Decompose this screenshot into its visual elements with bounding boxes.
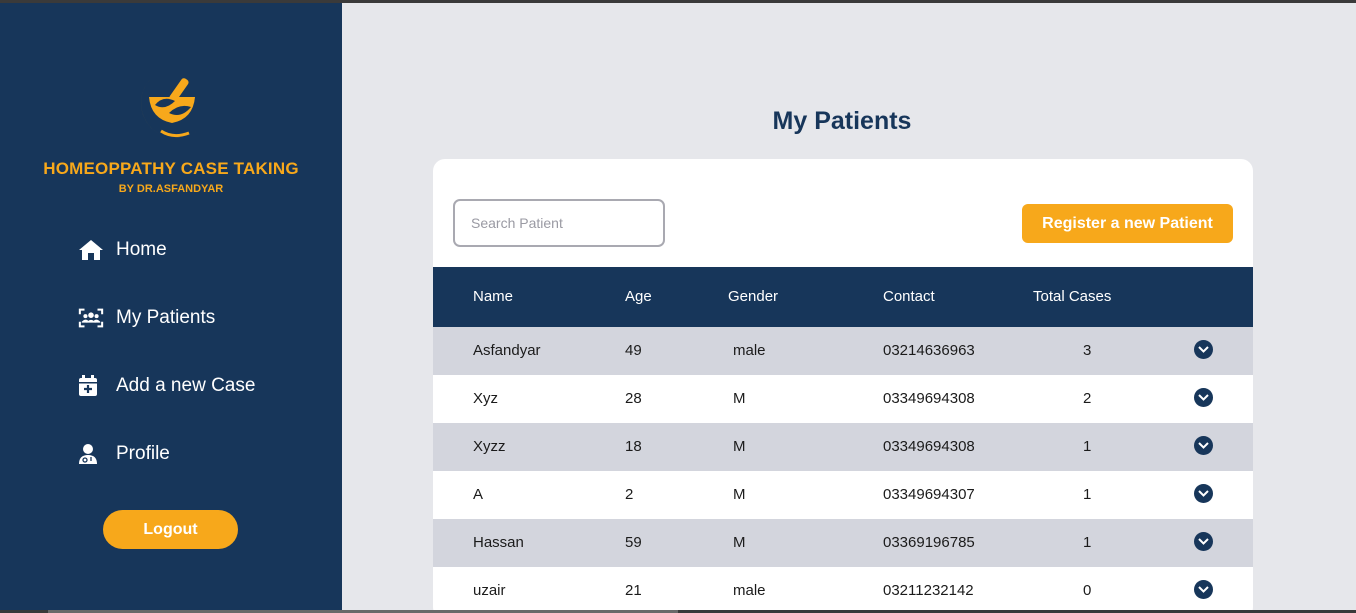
doctor-user-icon	[78, 441, 104, 467]
cell-gender: M	[733, 486, 746, 503]
cell-gender: M	[733, 438, 746, 455]
patients-card: Register a new Patient Name Age Gender C…	[433, 159, 1253, 613]
cell-age: 28	[625, 390, 642, 407]
sidebar-item-my-patients[interactable]: My Patients	[78, 305, 215, 331]
cell-total-cases: 1	[1083, 534, 1092, 551]
cell-contact: 03369196785	[883, 534, 975, 551]
cell-gender: M	[733, 390, 746, 407]
chevron-down-icon[interactable]	[1194, 388, 1213, 407]
chevron-down-icon[interactable]	[1194, 340, 1213, 359]
cell-name: Asfandyar	[473, 342, 541, 359]
chevron-down-icon[interactable]	[1194, 484, 1213, 503]
cell-total-cases: 2	[1083, 390, 1092, 407]
cell-contact: 03349694308	[883, 438, 975, 455]
cell-contact: 03214636963	[883, 342, 975, 359]
table-row: Xyz 28 M 03349694308 2	[433, 375, 1253, 423]
cell-age: 59	[625, 534, 642, 551]
cell-name: Hassan	[473, 534, 524, 551]
cell-name: A	[473, 486, 484, 503]
column-header-age: Age	[625, 288, 652, 305]
chevron-down-icon[interactable]	[1194, 580, 1213, 599]
cell-name: uzair	[473, 582, 506, 599]
sidebar-item-home[interactable]: Home	[78, 237, 167, 263]
cell-total-cases: 1	[1083, 438, 1092, 455]
users-scan-icon	[78, 305, 104, 331]
logout-button[interactable]: Logout	[103, 510, 238, 549]
column-header-gender: Gender	[728, 288, 779, 305]
page-title: My Patients	[772, 107, 912, 135]
chevron-down-icon[interactable]	[1194, 436, 1213, 455]
column-header-contact: Contact	[883, 288, 935, 305]
table-row: Hassan 59 M 03369196785 1	[433, 519, 1253, 567]
cell-name: Xyz	[473, 390, 499, 407]
brand-title: HOMEOPPATHY CASE TAKING	[43, 159, 299, 178]
cell-contact: 03349694307	[883, 486, 975, 503]
cell-age: 49	[625, 342, 642, 359]
cell-total-cases: 0	[1083, 582, 1092, 599]
sidebar-item-add-case[interactable]: Add a new Case	[78, 373, 255, 399]
register-patient-button[interactable]: Register a new Patient	[1022, 204, 1233, 243]
cell-age: 2	[625, 486, 634, 503]
cell-gender: male	[733, 582, 766, 599]
calendar-plus-icon	[78, 373, 104, 399]
cell-name: Xyzz	[473, 438, 506, 455]
table-body: Asfandyar 49 male 03214636963 3 Xyz 28 M…	[433, 327, 1253, 613]
sidebar-item-label: Profile	[116, 443, 170, 464]
sidebar-item-profile[interactable]: Profile	[78, 441, 170, 467]
table-row: uzair 21 male 03211232142 0	[433, 567, 1253, 613]
cell-total-cases: 1	[1083, 486, 1092, 503]
sidebar: HOMEOPPATHY CASE TAKING BY DR.ASFANDYAR …	[0, 3, 342, 610]
cell-age: 18	[625, 438, 642, 455]
column-header-name: Name	[473, 288, 514, 305]
home-icon	[78, 237, 104, 263]
table-row: Xyzz 18 M 03349694308 1	[433, 423, 1253, 471]
sidebar-item-label: Home	[116, 239, 167, 260]
cell-gender: M	[733, 534, 746, 551]
cell-total-cases: 3	[1083, 342, 1092, 359]
search-input[interactable]	[453, 199, 665, 247]
mortar-pestle-leaf-icon	[141, 75, 197, 138]
column-header-total-cases: Total Cases	[1033, 288, 1112, 305]
table-row: Asfandyar 49 male 03214636963 3	[433, 327, 1253, 375]
table-header: Name Age Gender Contact Total Cases	[433, 267, 1253, 327]
sidebar-item-label: Add a new Case	[116, 375, 256, 396]
cell-age: 21	[625, 582, 642, 599]
table-row: A 2 M 03349694307 1	[433, 471, 1253, 519]
cell-gender: male	[733, 342, 766, 359]
chevron-down-icon[interactable]	[1194, 532, 1213, 551]
cell-contact: 03349694308	[883, 390, 975, 407]
cell-contact: 03211232142	[883, 582, 974, 599]
sidebar-item-label: My Patients	[116, 307, 216, 328]
brand-subtitle: BY DR.ASFANDYAR	[118, 183, 224, 195]
